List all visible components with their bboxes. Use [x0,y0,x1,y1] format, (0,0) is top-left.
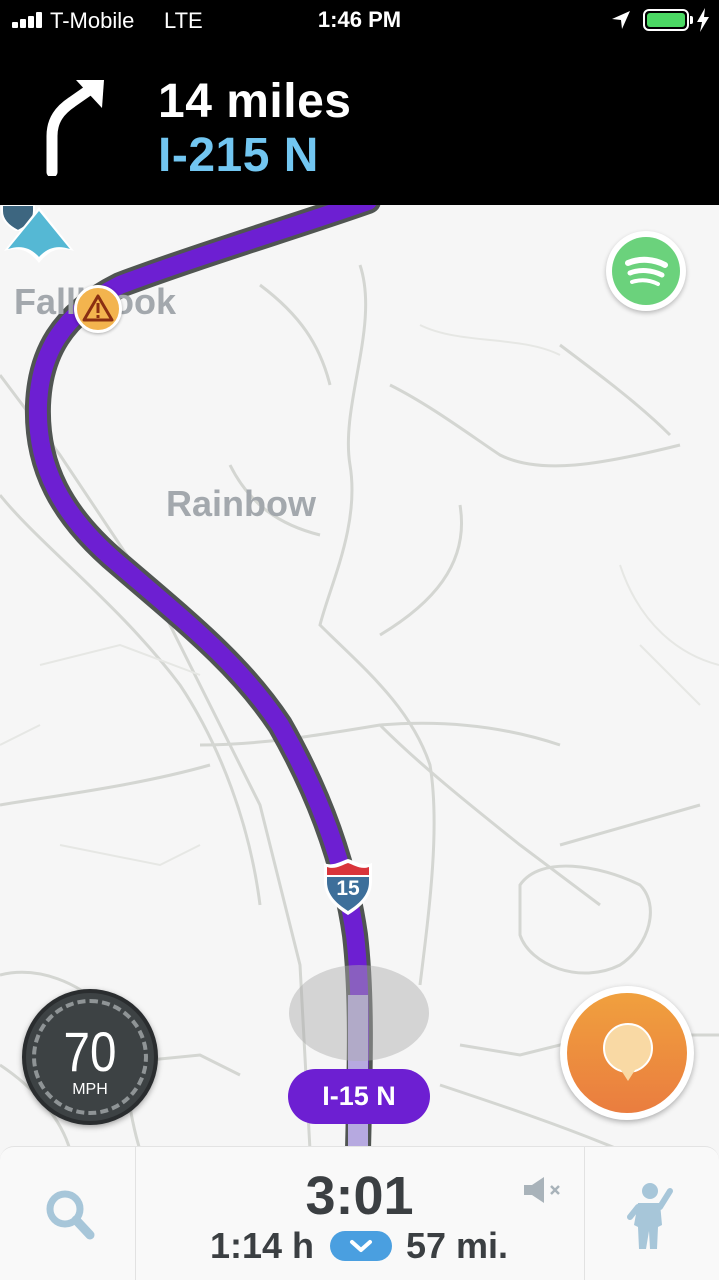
shield-number: 15 [336,877,360,900]
current-road-label: I-15 N [288,1069,430,1124]
battery-icon [643,9,689,31]
trip-duration: 1:14 h [210,1225,315,1266]
car-arrow-icon [4,207,74,263]
search-icon[interactable] [40,1185,100,1245]
report-person-icon[interactable] [624,1181,680,1251]
waze-navigation-screen: T-Mobile LTE 1:46 PM 14 miles I-215 N Ra… [0,0,719,1280]
car-halo [289,965,429,1061]
location-arrow-icon [612,11,630,29]
expand-trip-button[interactable] [330,1231,392,1261]
speedometer: 70 MPH [22,989,158,1125]
bottom-bar: 3:01 1:14 h 57 mi. [0,1146,719,1280]
speed-unit: MPH [72,1081,108,1098]
arrival-time[interactable]: 3:01 [135,1165,584,1227]
chevron-down-icon [350,1240,372,1252]
city-label-rainbow: Rainbow [166,483,316,524]
spotify-button[interactable] [606,231,686,311]
spotify-icon [625,256,668,286]
map-pin-icon [603,1023,653,1081]
battery-tip [690,16,693,24]
status-bar: T-Mobile LTE 1:46 PM [0,0,719,40]
bottom-divider-right [584,1147,585,1280]
trip-distance: 57 mi. [406,1225,509,1266]
turn-distance: 14 miles [158,75,352,128]
speed-value: 70 [63,1020,117,1083]
hazard-icon[interactable] [74,285,122,333]
charging-bolt-icon [697,8,709,32]
turn-road-name: I-215 N [158,129,319,182]
next-turn-banner[interactable]: 14 miles I-215 N [0,40,719,205]
turn-right-icon [46,80,104,176]
me-location-button[interactable] [560,986,694,1120]
sound-muted-icon[interactable] [522,1175,566,1205]
